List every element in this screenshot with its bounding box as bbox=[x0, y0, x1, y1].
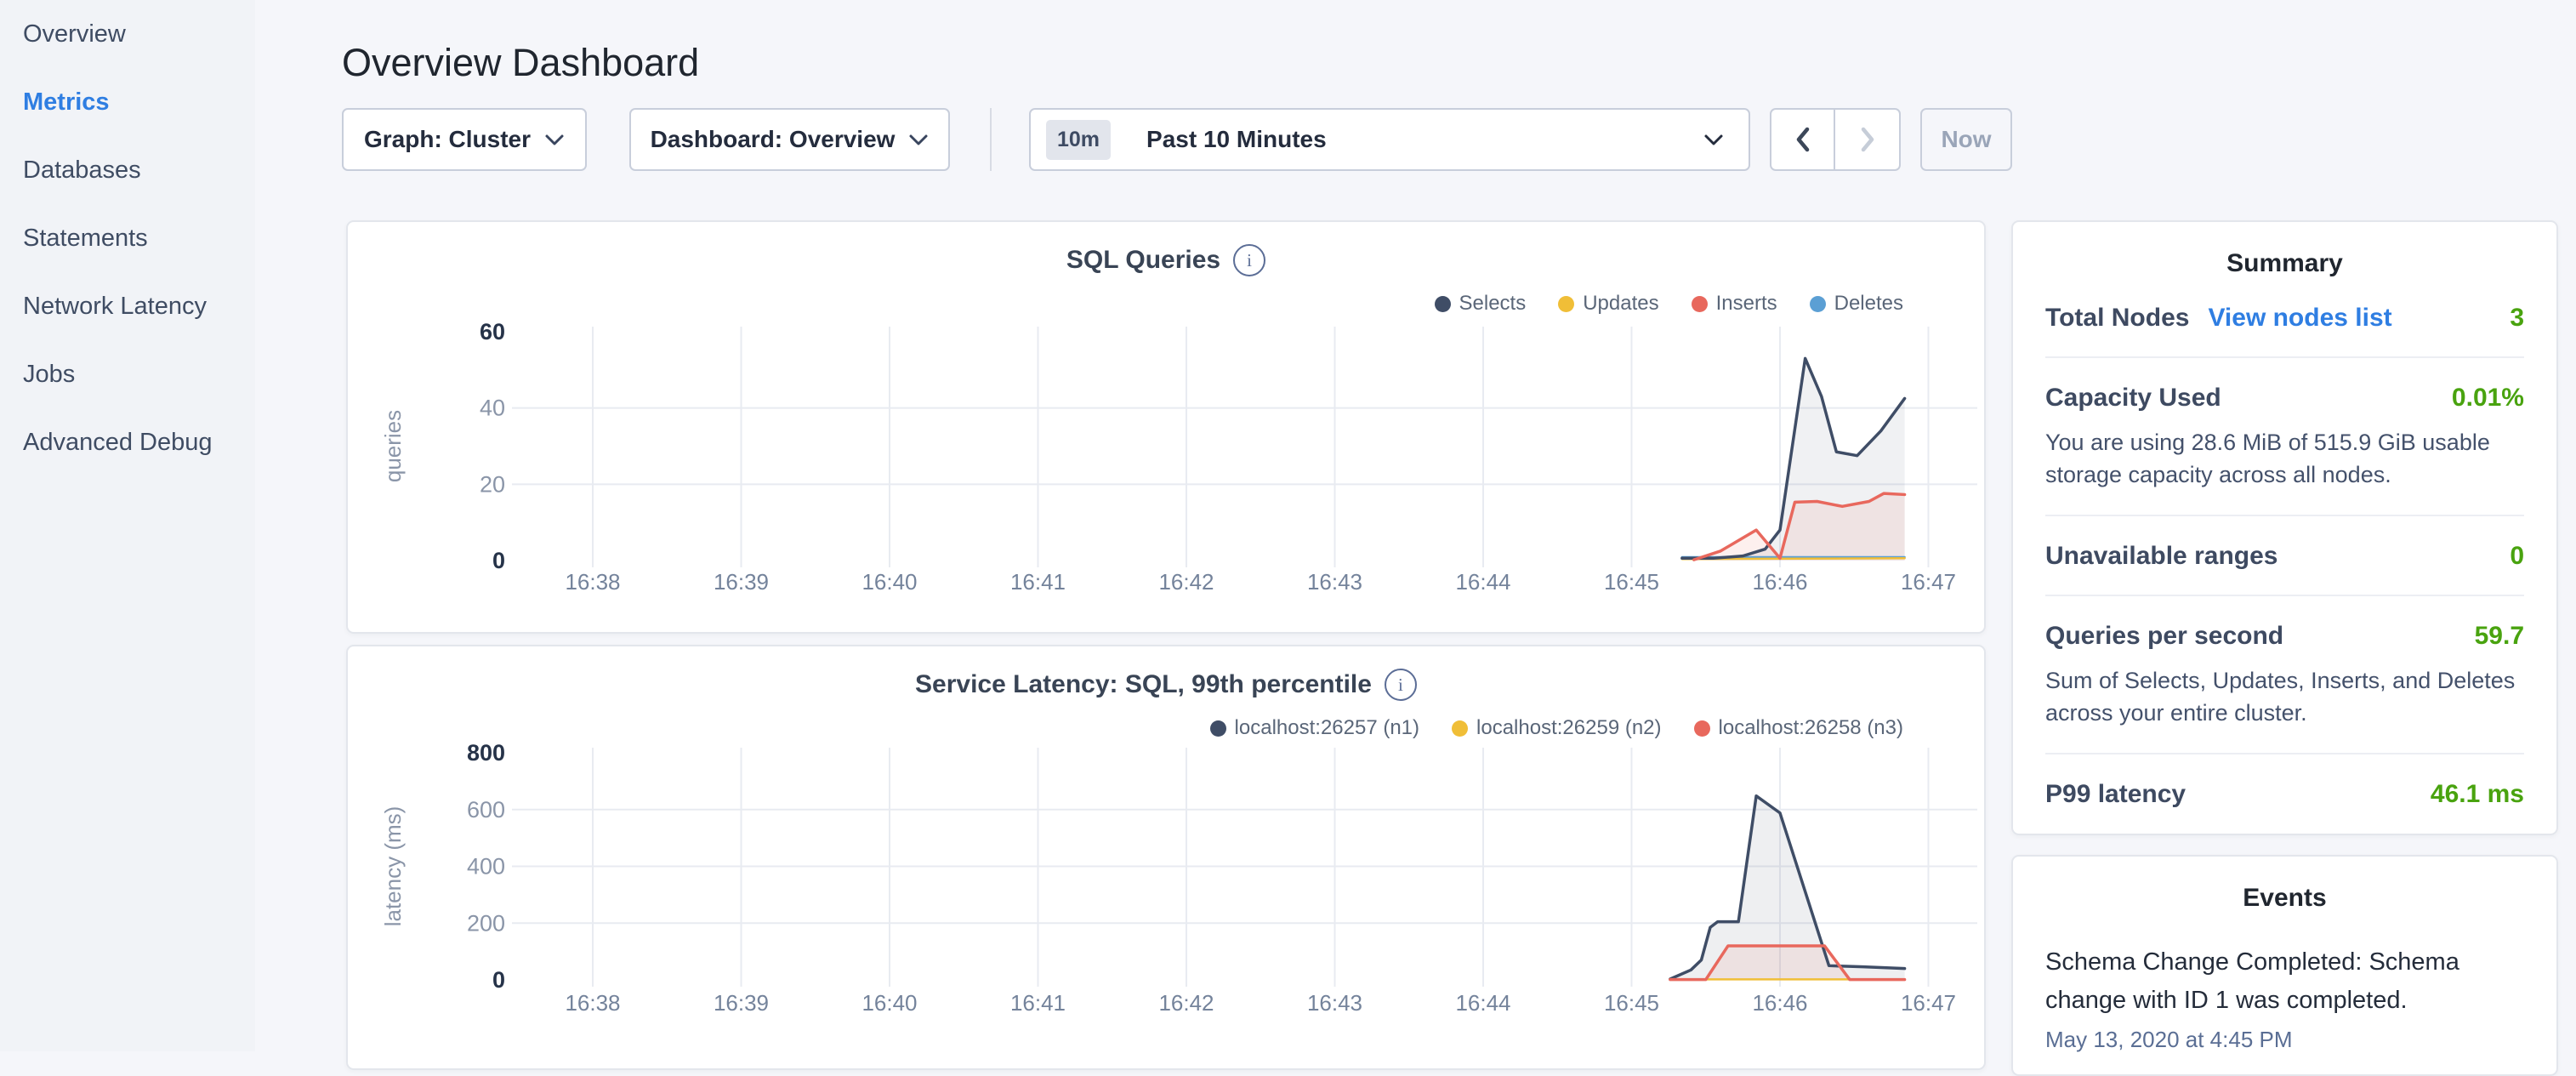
svg-text:800: 800 bbox=[467, 740, 505, 766]
page-title: Overview Dashboard bbox=[342, 41, 699, 85]
svg-text:16:38: 16:38 bbox=[565, 990, 620, 1016]
qps-value: 59.7 bbox=[2475, 622, 2524, 651]
time-next-button[interactable] bbox=[1835, 108, 1901, 171]
svg-text:600: 600 bbox=[467, 797, 505, 823]
service-latency-chart[interactable]: 16:38 16:39 16:40 16:41 16:42 16:43 16:44 16:45… bbox=[348, 646, 1987, 1068]
svg-text:16:45: 16:45 bbox=[1604, 990, 1659, 1016]
capacity-used-desc: You are using 28.6 MiB of 515.9 GiB usab… bbox=[2045, 426, 2524, 491]
svg-text:16:43: 16:43 bbox=[1307, 569, 1362, 595]
svg-text:16:46: 16:46 bbox=[1752, 990, 1807, 1016]
sidebar-item-overview[interactable]: Overview bbox=[0, 0, 255, 68]
capacity-used-label: Capacity Used bbox=[2045, 384, 2221, 413]
svg-text:16:40: 16:40 bbox=[862, 990, 917, 1016]
summary-row-total-nodes: Total Nodes View nodes list 3 bbox=[2045, 278, 2524, 358]
total-nodes-value: 3 bbox=[2510, 304, 2524, 333]
dashboard-dropdown[interactable]: Dashboard: Overview bbox=[629, 108, 950, 171]
capacity-used-value: 0.01% bbox=[2452, 384, 2524, 413]
svg-text:16:39: 16:39 bbox=[714, 990, 769, 1016]
summary-title: Summary bbox=[2045, 249, 2524, 278]
unavailable-ranges-label: Unavailable ranges bbox=[2045, 542, 2277, 571]
summary-row-unavailable-ranges: Unavailable ranges 0 bbox=[2045, 516, 2524, 596]
sql-queries-chart[interactable]: 16:38 16:39 16:40 16:41 16:42 16:43 16:44 16:45… bbox=[348, 222, 1987, 635]
summary-row-capacity: Capacity Used 0.01% You are using 28.6 M… bbox=[2045, 358, 2524, 516]
graph-scope-dropdown[interactable]: Graph: Cluster bbox=[342, 108, 587, 171]
event-item-timestamp: May 13, 2020 at 4:45 PM bbox=[2045, 1027, 2524, 1053]
events-title: Events bbox=[2045, 884, 2524, 913]
chevron-down-icon bbox=[544, 134, 565, 146]
svg-text:16:42: 16:42 bbox=[1158, 990, 1214, 1016]
chevron-left-icon bbox=[1795, 126, 1811, 153]
svg-text:200: 200 bbox=[467, 910, 505, 936]
svg-text:16:38: 16:38 bbox=[565, 569, 620, 595]
summary-row-qps: Queries per second 59.7 Sum of Selects, … bbox=[2045, 596, 2524, 754]
time-step-buttons bbox=[1770, 108, 1901, 171]
summary-panel: Summary Total Nodes View nodes list 3 Ca… bbox=[2011, 220, 2558, 835]
chevron-down-icon bbox=[908, 134, 929, 146]
time-range-badge: 10m bbox=[1046, 120, 1111, 160]
svg-text:16:41: 16:41 bbox=[1010, 990, 1066, 1016]
time-range-label: Past 10 Minutes bbox=[1146, 126, 1327, 153]
svg-text:16:46: 16:46 bbox=[1752, 569, 1807, 595]
svg-text:16:40: 16:40 bbox=[862, 569, 917, 595]
view-nodes-list-link[interactable]: View nodes list bbox=[2208, 304, 2391, 333]
sidebar-item-advanced-debug[interactable]: Advanced Debug bbox=[0, 408, 255, 476]
sql-queries-chart-card: SQL Queries i SelectsUpdatesInsertsDelet… bbox=[346, 220, 1986, 634]
svg-text:latency (ms): latency (ms) bbox=[380, 806, 406, 927]
svg-text:16:42: 16:42 bbox=[1158, 569, 1214, 595]
svg-text:16:47: 16:47 bbox=[1901, 990, 1956, 1016]
event-item-text[interactable]: Schema Change Completed: Schema change w… bbox=[2045, 943, 2524, 1020]
sidebar-item-statements[interactable]: Statements bbox=[0, 204, 255, 272]
svg-text:0: 0 bbox=[492, 967, 505, 993]
unavailable-ranges-value: 0 bbox=[2510, 542, 2524, 571]
sidebar-item-metrics[interactable]: Metrics bbox=[0, 68, 255, 136]
service-latency-chart-card: Service Latency: SQL, 99th percentile i … bbox=[346, 645, 1986, 1070]
svg-text:40: 40 bbox=[480, 396, 505, 421]
total-nodes-label: Total Nodes bbox=[2045, 304, 2189, 333]
sidebar-item-jobs[interactable]: Jobs bbox=[0, 340, 255, 408]
svg-text:16:45: 16:45 bbox=[1604, 569, 1659, 595]
cockroachdb-metrics-page: { "colors":{"accent_blue":"#2f7ee2","gre… bbox=[0, 0, 2576, 1051]
svg-text:16:41: 16:41 bbox=[1010, 569, 1066, 595]
svg-text:400: 400 bbox=[467, 854, 505, 880]
svg-text:16:43: 16:43 bbox=[1307, 990, 1362, 1016]
svg-text:60: 60 bbox=[480, 319, 505, 344]
dashboard-label: Dashboard: Overview bbox=[651, 126, 896, 153]
now-button[interactable]: Now bbox=[1920, 108, 2012, 171]
events-panel: Events Schema Change Completed: Schema c… bbox=[2011, 855, 2558, 1076]
svg-text:queries: queries bbox=[380, 410, 406, 482]
time-range-dropdown[interactable]: 10m Past 10 Minutes bbox=[1029, 108, 1750, 171]
sidebar-item-databases[interactable]: Databases bbox=[0, 136, 255, 204]
p99-latency-value: 46.1 ms bbox=[2431, 780, 2524, 809]
sidebar: Overview Metrics Databases Statements Ne… bbox=[0, 0, 255, 1051]
svg-text:16:44: 16:44 bbox=[1455, 569, 1510, 595]
now-button-label: Now bbox=[1941, 126, 1991, 153]
p99-latency-label: P99 latency bbox=[2045, 780, 2186, 809]
svg-text:0: 0 bbox=[492, 548, 505, 573]
summary-row-p99: P99 latency 46.1 ms bbox=[2045, 754, 2524, 833]
qps-desc: Sum of Selects, Updates, Inserts, and De… bbox=[2045, 664, 2524, 729]
svg-text:16:39: 16:39 bbox=[714, 569, 769, 595]
svg-text:20: 20 bbox=[480, 471, 505, 497]
svg-text:16:44: 16:44 bbox=[1455, 990, 1510, 1016]
sidebar-item-network-latency[interactable]: Network Latency bbox=[0, 272, 255, 340]
chevron-right-icon bbox=[1860, 126, 1875, 153]
graph-scope-label: Graph: Cluster bbox=[364, 126, 531, 153]
qps-label: Queries per second bbox=[2045, 622, 2283, 651]
time-prev-button[interactable] bbox=[1770, 108, 1835, 171]
svg-text:16:47: 16:47 bbox=[1901, 569, 1956, 595]
toolbar-divider bbox=[990, 108, 992, 171]
chevron-down-icon bbox=[1703, 133, 1725, 147]
